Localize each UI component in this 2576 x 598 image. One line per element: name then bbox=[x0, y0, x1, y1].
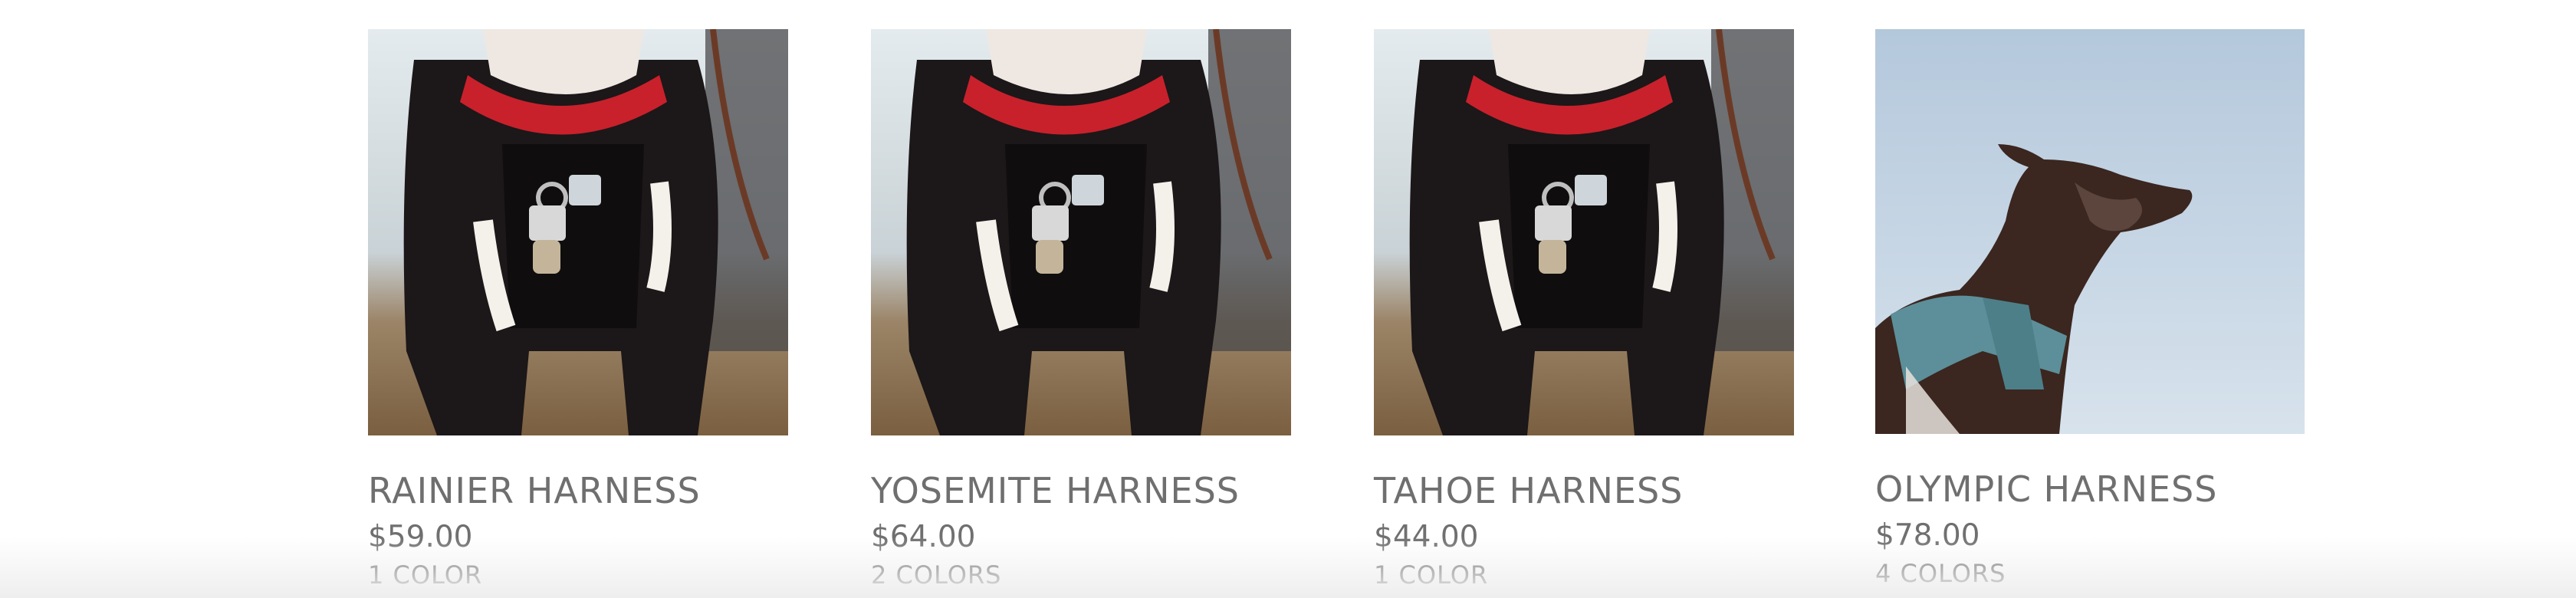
product-color-count: 1 COLOR bbox=[1374, 560, 1489, 590]
product-card-yosemite[interactable]: YOSEMITE HARNESS $64.00 2 COLORS bbox=[871, 29, 1291, 590]
product-price: $59.00 bbox=[368, 520, 473, 554]
product-name[interactable]: OLYMPIC HARNESS bbox=[1875, 468, 2305, 511]
dog-collar-photo-icon bbox=[1374, 29, 1794, 435]
product-name[interactable]: RAINIER HARNESS bbox=[368, 469, 788, 512]
product-name[interactable]: YOSEMITE HARNESS bbox=[871, 469, 1291, 512]
product-card-olympic[interactable]: OLYMPIC HARNESS $78.00 4 COLORS bbox=[1875, 29, 2305, 589]
product-color-count: 1 COLOR bbox=[368, 560, 483, 590]
product-price: $64.00 bbox=[871, 520, 976, 554]
dog-collar-photo-icon bbox=[871, 29, 1291, 435]
dog-collar-photo-icon bbox=[368, 29, 788, 435]
product-image-rainier[interactable] bbox=[368, 29, 788, 435]
product-image-tahoe[interactable] bbox=[1374, 29, 1794, 435]
product-image-olympic[interactable] bbox=[1875, 29, 2305, 434]
product-color-count: 4 COLORS bbox=[1875, 559, 2006, 588]
product-name[interactable]: TAHOE HARNESS bbox=[1374, 469, 1794, 512]
product-card-tahoe[interactable]: TAHOE HARNESS $44.00 1 COLOR bbox=[1374, 29, 1794, 590]
product-price: $78.00 bbox=[1875, 518, 1980, 553]
product-color-count: 2 COLORS bbox=[871, 560, 1002, 590]
product-price: $44.00 bbox=[1374, 520, 1479, 554]
product-grid-page: RAINIER HARNESS $59.00 1 COLOR YOSEMITE … bbox=[0, 0, 2576, 598]
product-card-rainier[interactable]: RAINIER HARNESS $59.00 1 COLOR bbox=[368, 29, 788, 590]
product-image-yosemite[interactable] bbox=[871, 29, 1291, 435]
brown-dog-harness-photo-icon bbox=[1875, 29, 2305, 434]
